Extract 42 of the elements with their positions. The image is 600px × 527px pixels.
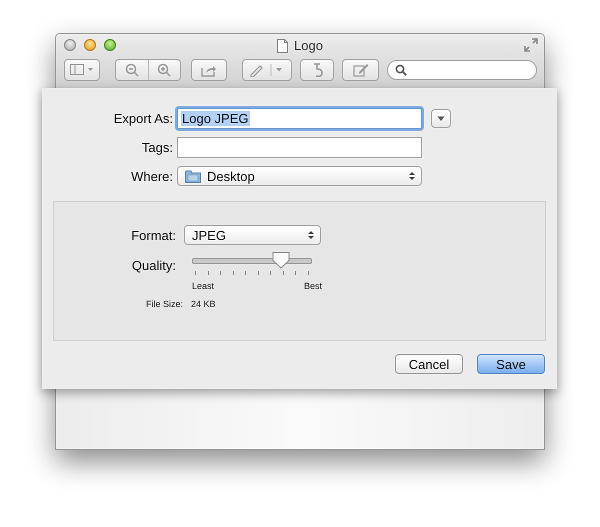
minimize-button[interactable] (84, 39, 96, 51)
folder-icon (185, 170, 201, 182)
sidebar-button[interactable] (64, 59, 100, 81)
share-icon (201, 64, 217, 76)
field-label: Quality: (130, 258, 177, 272)
caret-icon (437, 116, 445, 122)
name-field[interactable]: Logo JPEG (177, 108, 422, 129)
field-label: Where: (130, 168, 173, 184)
expand-button[interactable] (431, 109, 451, 128)
field-label: Export As: (112, 111, 173, 126)
close-button[interactable] (64, 39, 76, 51)
format-popup[interactable]: JPEG (184, 225, 321, 245)
zoom-in-icon (157, 63, 172, 77)
zoom-button[interactable] (104, 39, 116, 51)
slider-min-label: Least (192, 281, 214, 291)
search-field[interactable] (387, 60, 537, 80)
save-button[interactable]: Save (477, 354, 545, 374)
rotate-icon (311, 63, 323, 77)
share-button[interactable] (191, 59, 227, 81)
field-label: Tags: (140, 140, 173, 155)
field-label: Format: (130, 228, 177, 242)
file-size-value: 24 KB (191, 299, 216, 309)
pen-icon (249, 63, 285, 77)
fullscreen-icon[interactable] (524, 38, 538, 52)
zoom-out-icon (124, 63, 139, 77)
field-value: Logo JPEG (181, 111, 250, 126)
tags-field[interactable] (177, 137, 422, 158)
stepper-arrows-icon (308, 230, 314, 240)
edit-button[interactable] (342, 59, 379, 81)
window-title: Logo (294, 38, 323, 53)
rotate-button[interactable] (300, 59, 334, 81)
markup-button[interactable] (242, 59, 292, 81)
location-popup[interactable]: Desktop (177, 166, 422, 186)
search-icon (395, 64, 407, 76)
cancel-button[interactable]: Cancel (395, 354, 463, 374)
slider-thumb[interactable] (272, 251, 290, 269)
file-size-label: File Size: (146, 299, 184, 309)
document-icon (277, 38, 288, 52)
slider-max-label: Best (304, 281, 322, 291)
edit-icon (352, 63, 368, 77)
stepper-arrows-icon (409, 171, 415, 181)
sidebar-icon (70, 64, 94, 76)
